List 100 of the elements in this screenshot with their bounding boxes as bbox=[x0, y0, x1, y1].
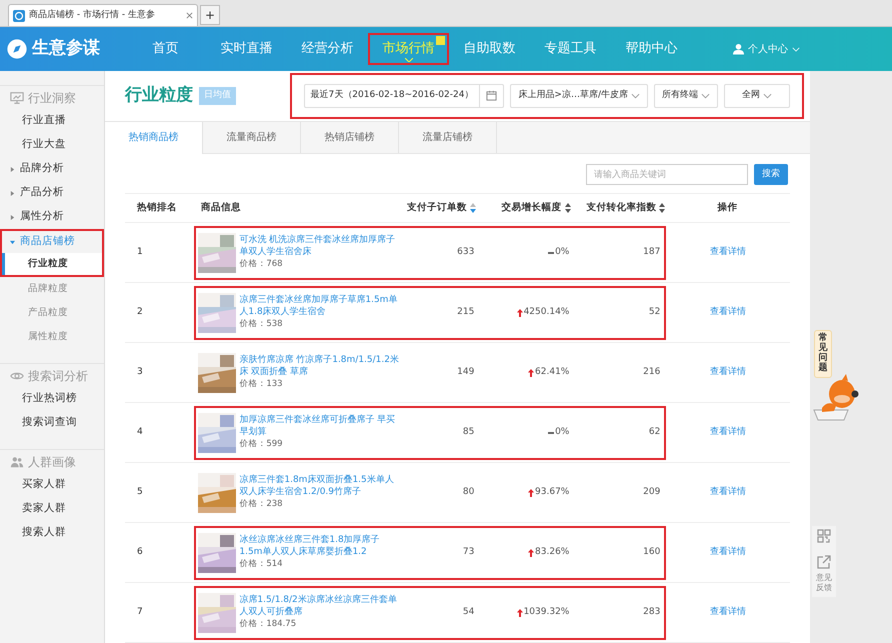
price-text: 价格：238 bbox=[239, 498, 284, 511]
nav-item[interactable]: 市场行情 bbox=[368, 33, 449, 65]
nav-item[interactable]: 经营分析 bbox=[287, 33, 368, 65]
price-text: 价格：538 bbox=[239, 318, 284, 331]
badge-icon bbox=[436, 36, 445, 45]
view-details-link[interactable]: 查看详情 bbox=[710, 306, 746, 320]
people-icon bbox=[10, 454, 24, 468]
product-link[interactable]: 凉席三件套1.8m床双面折叠1.5米单人双人床学生宿舍1.2/0.9竹席子 bbox=[239, 474, 402, 498]
price-text: 价格：133 bbox=[239, 378, 284, 391]
browser-tab[interactable]: 商品店铺榜 - 市场行情 - 生意参 bbox=[8, 4, 198, 26]
nav-item[interactable]: 专题工具 bbox=[530, 33, 611, 65]
rank-cell-text: 6 bbox=[136, 546, 144, 559]
date-range-picker[interactable]: 最近7天（2016-02-18~2016-02-24） bbox=[304, 84, 504, 108]
search-button[interactable]: 搜索 bbox=[754, 164, 788, 185]
dash-icon bbox=[548, 432, 554, 434]
orders-cell-text: 54 bbox=[462, 606, 474, 619]
view-details-link[interactable]: 查看详情 bbox=[710, 246, 746, 260]
sort-icon[interactable] bbox=[564, 203, 571, 213]
orders-cell-text: 85 bbox=[462, 426, 474, 439]
sidebar-item[interactable]: 品牌分析 bbox=[0, 157, 104, 181]
caret-right-icon bbox=[10, 214, 15, 220]
dash-icon bbox=[548, 252, 554, 254]
new-tab-button[interactable]: + bbox=[200, 5, 220, 25]
date-range-text: 最近7天（2016-02-18~2016-02-24） bbox=[310, 89, 474, 102]
faq-tab[interactable]: 常见问题 bbox=[814, 330, 832, 378]
tab[interactable]: 热销店铺榜 bbox=[301, 122, 399, 153]
conversion-cell-text: 187 bbox=[642, 246, 662, 259]
sidebar-item[interactable]: 行业直播 bbox=[0, 109, 104, 133]
product-link[interactable]: 凉席三件套冰丝席加厚席子草席1.5m单人1.8床双人学生宿舍 bbox=[239, 294, 402, 318]
nav-item[interactable]: 自助取数 bbox=[449, 33, 530, 65]
filter-dropdown[interactable]: 全网 bbox=[724, 84, 790, 108]
product-link[interactable]: 亲肤竹席凉席 竹凉席子1.8m/1.5/1.2米床 双面折叠 草席 bbox=[239, 354, 402, 378]
orders-cell-text: 633 bbox=[456, 246, 474, 259]
sidebar-item[interactable]: 属性分析 bbox=[0, 205, 104, 229]
caret-down-icon bbox=[10, 240, 15, 244]
user-menu[interactable]: 个人中心 bbox=[748, 42, 788, 56]
sidebar-subitem[interactable]: 产品粒度 bbox=[0, 301, 104, 325]
column-header[interactable]: 支付转化率指数 bbox=[586, 200, 656, 216]
conversion-cell-text: 52 bbox=[648, 306, 662, 319]
sidebar-item[interactable]: 产品分析 bbox=[0, 181, 104, 205]
tab[interactable]: 流量店铺榜 bbox=[399, 122, 497, 153]
share-icon[interactable] bbox=[817, 555, 831, 569]
view-details-link[interactable]: 查看详情 bbox=[710, 366, 746, 380]
conversion-cell-text: 62 bbox=[648, 426, 662, 439]
rank-cell-text: 7 bbox=[136, 606, 144, 619]
nav-item[interactable]: 首页 bbox=[125, 33, 206, 65]
nav-item[interactable]: 帮助中心 bbox=[611, 33, 692, 65]
arrow-up-icon bbox=[516, 308, 523, 316]
tab[interactable]: 热销商品榜 bbox=[105, 122, 203, 154]
chevron-down-icon bbox=[631, 92, 640, 99]
product-link[interactable]: 加厚凉席三件套冰丝席可折叠席子 早买早划算 bbox=[239, 414, 402, 438]
product-link[interactable]: 凉席1.5/1.8/2米凉席冰丝凉席三件套单人双人可折叠席 bbox=[239, 594, 402, 618]
calendar-icon bbox=[486, 90, 498, 102]
product-link[interactable]: 冰丝凉席冰丝席三件套1.8加厚席子1.5m单人双人床草席婴折叠1.2 bbox=[239, 534, 402, 558]
logo-text: 生意参谋 bbox=[32, 37, 100, 60]
search-field[interactable]: 请输入商品关键词 bbox=[586, 164, 748, 185]
sidebar-item[interactable]: 买家人群 bbox=[0, 473, 104, 497]
view-details-link[interactable]: 查看详情 bbox=[710, 486, 746, 500]
conversion-cell-text: 209 bbox=[642, 486, 662, 499]
sidebar-subitem[interactable]: 行业粒度 bbox=[0, 253, 104, 277]
sidebar-item[interactable]: 搜索人群 bbox=[0, 521, 104, 545]
sidebar-item[interactable]: 搜索词查询 bbox=[0, 411, 104, 435]
growth-cell-text: 0% bbox=[555, 246, 570, 259]
nav-item[interactable]: 实时直播 bbox=[206, 33, 287, 65]
column-header: 商品信息 bbox=[200, 200, 241, 215]
column-header[interactable]: 支付子订单数 bbox=[406, 200, 467, 216]
tab[interactable]: 流量商品榜 bbox=[203, 122, 301, 153]
sidebar-subitem[interactable]: 品牌粒度 bbox=[0, 277, 104, 301]
sidebar-subitem[interactable]: 属性粒度 bbox=[0, 325, 104, 349]
user-icon bbox=[733, 43, 744, 55]
chevron-down-icon bbox=[792, 46, 800, 52]
filter-dropdown[interactable]: 所有终端 bbox=[654, 84, 718, 108]
growth-cell-text: 4250.14% bbox=[524, 306, 570, 319]
close-icon[interactable] bbox=[186, 12, 193, 19]
view-details-link[interactable]: 查看详情 bbox=[710, 546, 746, 560]
rank-cell-text: 2 bbox=[136, 306, 144, 319]
growth-cell-text: 93.67% bbox=[535, 486, 570, 499]
sidebar-item[interactable]: 卖家人群 bbox=[0, 497, 104, 521]
qr-code-icon[interactable] bbox=[817, 529, 831, 543]
view-details-link[interactable]: 查看详情 bbox=[710, 606, 746, 620]
view-details-link[interactable]: 查看详情 bbox=[710, 426, 746, 440]
caret-right-icon bbox=[10, 190, 15, 196]
growth-cell-text: 0% bbox=[555, 426, 570, 439]
column-header: 操作 bbox=[718, 200, 738, 215]
rank-cell-text: 4 bbox=[136, 426, 144, 439]
rank-cell-text: 5 bbox=[136, 486, 144, 499]
conversion-cell-text: 160 bbox=[642, 546, 662, 559]
rank-cell-text: 1 bbox=[136, 246, 144, 259]
column-header: 热销排名 bbox=[137, 200, 177, 215]
arrow-up-icon bbox=[528, 548, 534, 556]
orders-cell-text: 80 bbox=[462, 486, 474, 499]
sort-icon[interactable] bbox=[659, 203, 666, 213]
product-link[interactable]: 可水洗 机洗凉席三件套冰丝席加厚席子单双人学生宿舍床 bbox=[239, 234, 402, 258]
filter-dropdown[interactable]: 床上用品>凉…草席/牛皮席 bbox=[510, 84, 648, 108]
page-title: 行业粒度 bbox=[125, 84, 193, 108]
sidebar-item[interactable]: 行业大盘 bbox=[0, 133, 104, 157]
sidebar-item[interactable]: 行业热词榜 bbox=[0, 387, 104, 411]
monitor-icon bbox=[10, 90, 24, 104]
column-header[interactable]: 交易增长幅度 bbox=[502, 200, 562, 216]
sort-icon[interactable] bbox=[470, 203, 476, 213]
